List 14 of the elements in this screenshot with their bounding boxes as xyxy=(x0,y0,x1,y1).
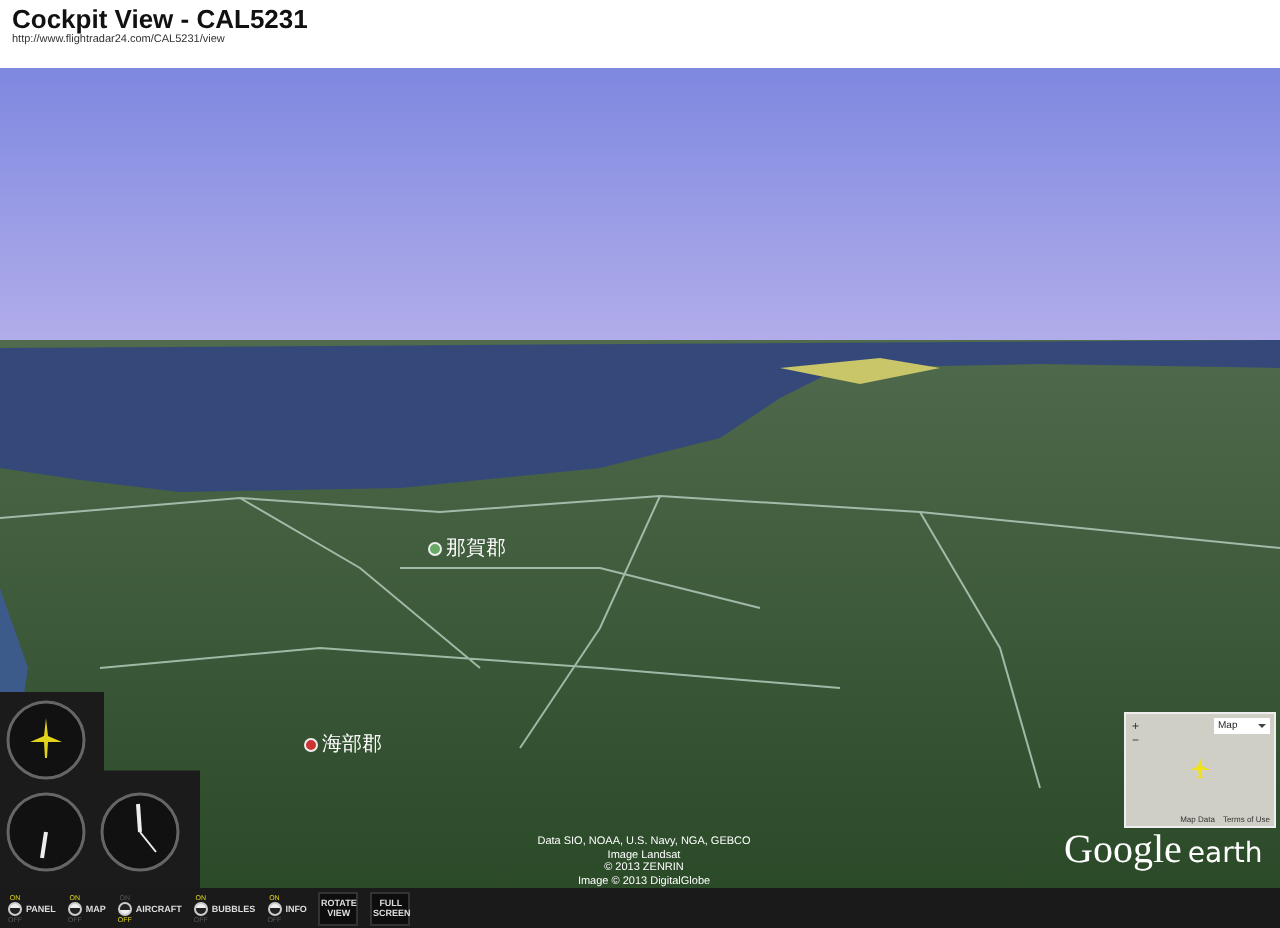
compass-gauge-icon xyxy=(6,700,86,780)
place-label: 海部郡 xyxy=(322,731,382,758)
toggle-switch[interactable] xyxy=(267,901,282,915)
altimeter-gauge-icon xyxy=(6,792,86,872)
toggle-switch[interactable] xyxy=(117,901,132,915)
toggle-switch[interactable] xyxy=(8,901,22,915)
google-earth-logo: Google earth xyxy=(1064,828,1263,874)
page-title: Cockpit View - CAL5231 xyxy=(12,4,310,34)
place-label: 那賀郡 xyxy=(446,536,506,562)
clock-gauge-icon xyxy=(100,792,180,872)
toggle-switch[interactable] xyxy=(193,901,208,915)
caret-icon xyxy=(1258,724,1266,728)
airplane-icon xyxy=(1190,758,1210,778)
toggle-switch[interactable] xyxy=(67,901,82,915)
